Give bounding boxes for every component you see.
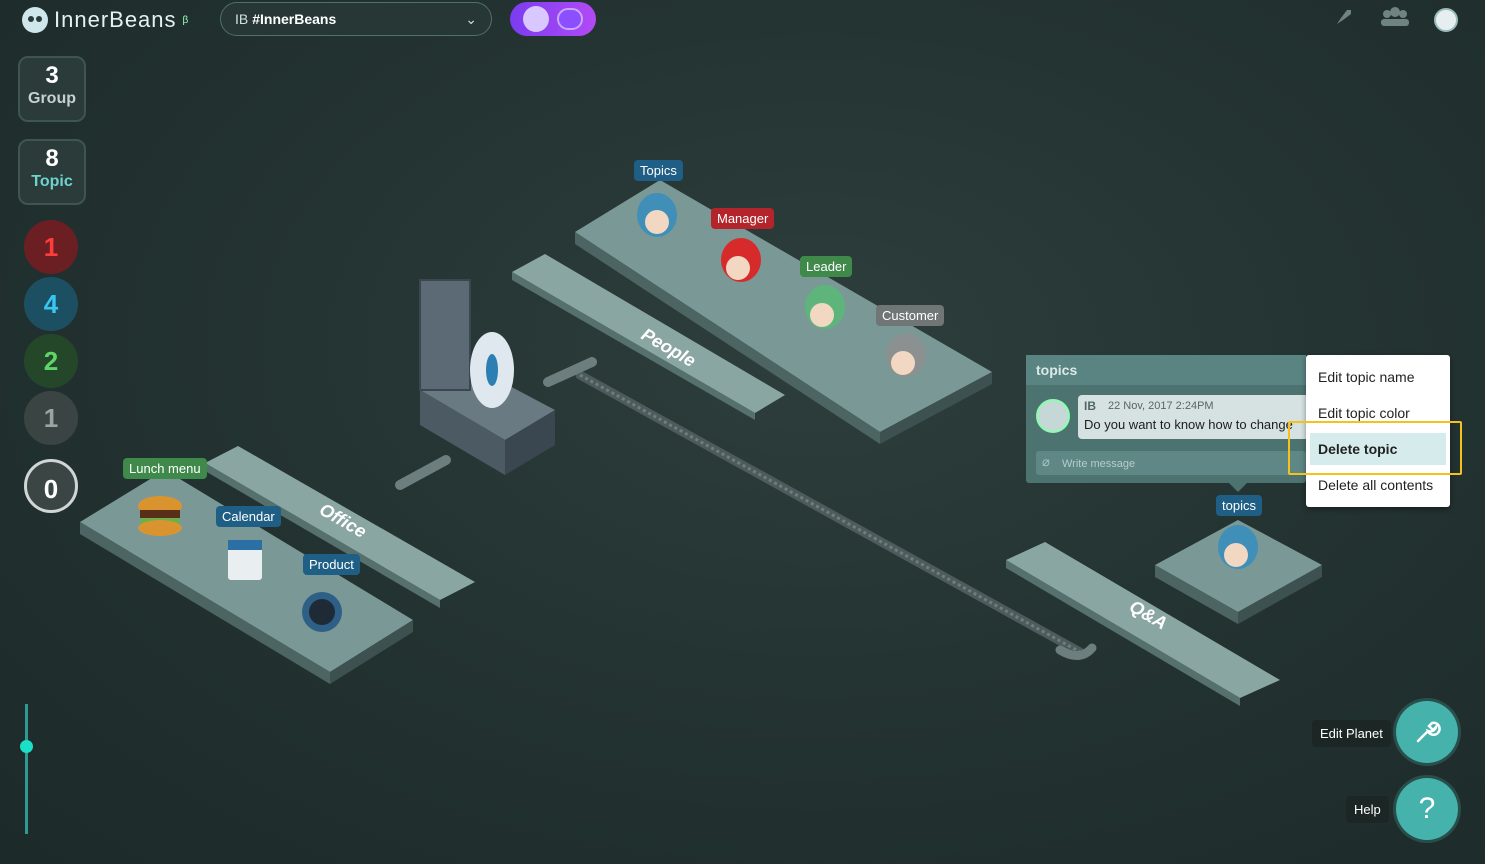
- question-icon: ?: [1418, 792, 1436, 825]
- message-composer: ⌀: [1036, 451, 1306, 475]
- message-avatar: [1036, 399, 1070, 433]
- topic-tag-topics[interactable]: Topics: [634, 160, 683, 181]
- app-name: InnerBeans: [54, 7, 177, 32]
- write-message-input[interactable]: [1060, 453, 1304, 475]
- green-filter-badge[interactable]: 2: [24, 334, 78, 388]
- message-text: Do you want to know how to change: [1084, 417, 1293, 432]
- panel-pointer: [1228, 482, 1248, 492]
- white-filter-badge[interactable]: 0: [24, 459, 78, 513]
- group-count: 3: [45, 62, 59, 89]
- selection-highlight: [1288, 421, 1462, 475]
- panel-title: topics: [1026, 355, 1306, 385]
- members-icon[interactable]: [1378, 6, 1412, 34]
- beta-mark: β: [182, 14, 189, 26]
- planet-name: #InnerBeans: [252, 11, 337, 27]
- edit-planet-button[interactable]: [1396, 701, 1458, 763]
- gray-filter-badge[interactable]: 1: [24, 391, 78, 445]
- wrench-icon: [1416, 721, 1441, 743]
- blue-filter-badge[interactable]: 4: [24, 277, 78, 331]
- topic-tag-qa-topics[interactable]: topics: [1216, 495, 1262, 516]
- group-label: Group: [28, 90, 76, 107]
- app-logo[interactable]: InnerBeans β: [22, 4, 188, 36]
- menu-item-edit-topic-name[interactable]: Edit topic name: [1310, 361, 1446, 393]
- topic-tag-leader[interactable]: Leader: [800, 256, 853, 277]
- watch-icon: [302, 592, 342, 632]
- topic-tag-manager[interactable]: Manager: [711, 208, 775, 229]
- launch-tower: [419, 279, 555, 475]
- planet-selector[interactable]: IB #InnerBeans ⌄: [220, 2, 492, 36]
- burger-icon: [138, 496, 182, 536]
- red-filter-badge[interactable]: 1: [24, 220, 78, 274]
- zoom-slider-track[interactable]: [25, 704, 28, 834]
- user-avatar[interactable]: [1434, 8, 1458, 32]
- zone-label-people: People: [638, 324, 699, 371]
- group-counter-card[interactable]: 3 Group: [18, 56, 86, 122]
- zone-label-qa: Q&A: [1126, 596, 1171, 633]
- message-author: IB: [1084, 399, 1096, 413]
- topic-bean-customer: [886, 333, 926, 377]
- space-view-button[interactable]: [510, 2, 596, 36]
- chat-icon: [557, 8, 583, 30]
- zoom-slider-knob[interactable]: [20, 740, 33, 753]
- calendar-icon: [228, 540, 262, 580]
- planet-icon: [523, 6, 549, 32]
- topic-bean-manager: [721, 238, 761, 282]
- topic-bean-topics: [637, 193, 677, 237]
- zone-label-office: Office: [316, 499, 370, 542]
- topic-chat-panel: topics IB 22 Nov, 2017 2:24PM Do you wan…: [1026, 355, 1306, 483]
- planet-prefix: IB: [235, 11, 249, 27]
- topic-tag-customer[interactable]: Customer: [876, 305, 945, 326]
- chat-message: IB 22 Nov, 2017 2:24PM Do you want to kn…: [1036, 391, 1306, 443]
- attach-icon[interactable]: ⌀: [1042, 454, 1050, 470]
- help-tooltip: Help: [1346, 796, 1389, 823]
- topic-bean-leader: [805, 285, 845, 329]
- topic-bean-qa: [1218, 525, 1258, 569]
- help-button[interactable]: ?: [1396, 778, 1458, 840]
- topic-tag-calendar[interactable]: Calendar: [216, 506, 281, 527]
- chevron-down-icon: ⌄: [465, 10, 477, 27]
- topic-counter-card[interactable]: 8 Topic: [18, 139, 86, 205]
- bean-logo-icon: [22, 7, 48, 33]
- rocket-icon[interactable]: [1330, 6, 1358, 34]
- topic-count: 8: [45, 145, 59, 172]
- topic-tag-product[interactable]: Product: [303, 554, 360, 575]
- message-time: 22 Nov, 2017 2:24PM: [1108, 400, 1214, 412]
- message-bubble: IB 22 Nov, 2017 2:24PM Do you want to kn…: [1078, 395, 1306, 439]
- topic-label: Topic: [31, 173, 73, 190]
- topic-tag-lunch-menu[interactable]: Lunch menu: [123, 458, 207, 479]
- edit-planet-tooltip: Edit Planet: [1312, 720, 1391, 747]
